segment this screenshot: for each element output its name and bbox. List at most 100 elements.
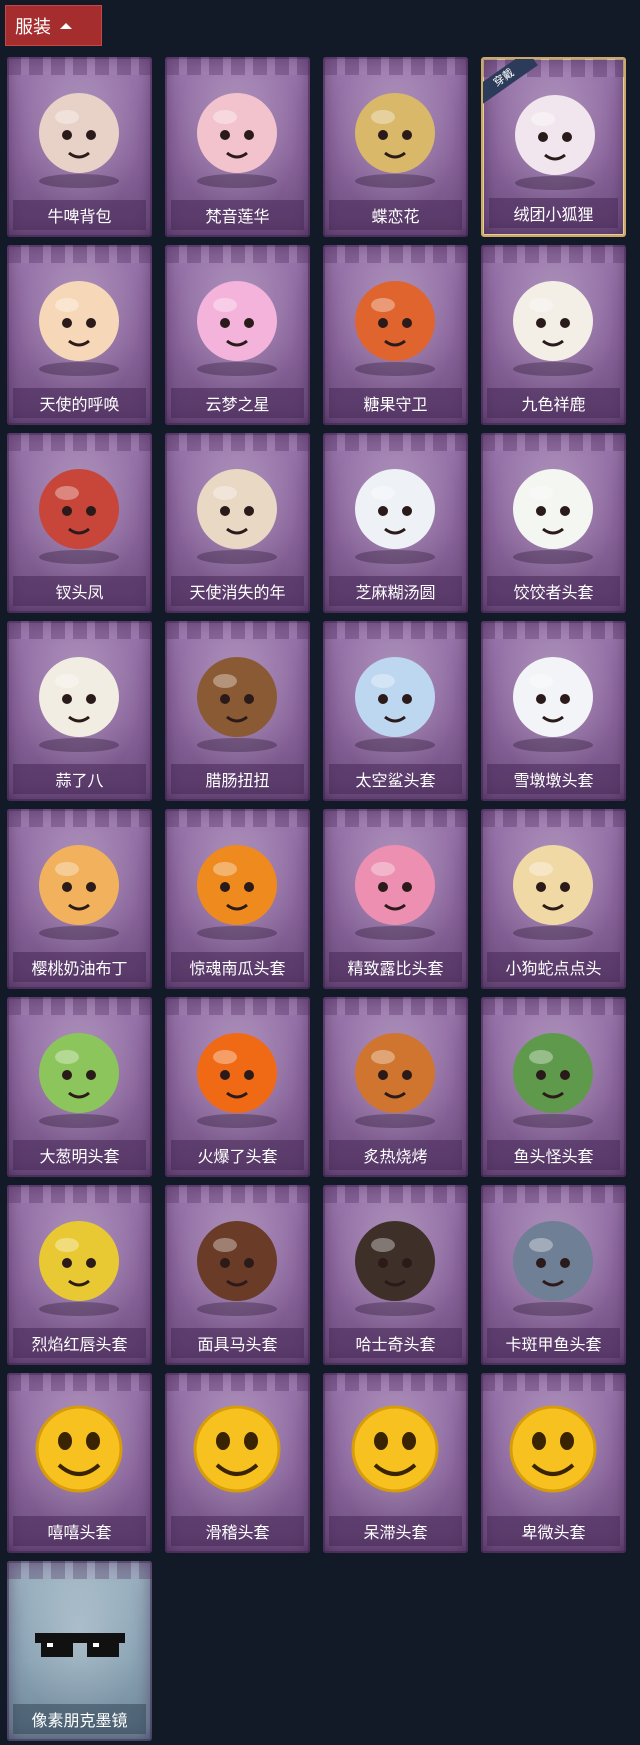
item-label-bar: 烈焰红唇头套: [13, 1328, 146, 1358]
item-name: 樱桃奶油布丁: [31, 959, 128, 978]
item-name: 烈焰红唇头套: [31, 1335, 128, 1354]
costume-item-card[interactable]: 精致露比头套: [323, 809, 468, 989]
item-label-bar: 雪墩墩头套: [487, 764, 620, 794]
item-name: 糖果守卫: [363, 395, 428, 414]
costume-item-card[interactable]: 钗头凤: [7, 433, 152, 613]
item-label-bar: 滑稽头套: [171, 1516, 304, 1546]
pixel-sunglasses-icon: [35, 1633, 125, 1657]
item-label-bar: 绒团小狐狸: [489, 198, 618, 228]
shark-head-icon: [355, 657, 435, 752]
deer-ornament-icon: [513, 281, 593, 376]
item-label-bar: 嘻嘻头套: [13, 1516, 146, 1546]
item-label-bar: 卑微头套: [487, 1516, 620, 1546]
costume-item-card[interactable]: 芝麻糊汤圆: [323, 433, 468, 613]
fluffy-fox-icon: [515, 95, 595, 190]
costume-grid: 牛啤背包 梵音莲华 蝶恋花 穿戴 绒团小狐狸 天使的呼唤 云梦之星 糖果守卫 九…: [0, 0, 640, 1745]
costume-item-card[interactable]: 梵音莲华: [165, 57, 310, 237]
turtle-head-icon: [513, 1221, 593, 1316]
costume-item-card[interactable]: 鱼头怪头套: [481, 997, 626, 1177]
costume-item-card[interactable]: 滑稽头套: [165, 1373, 310, 1553]
costume-item-card[interactable]: 蝶恋花: [323, 57, 468, 237]
cow-beer-backpack-icon: [39, 93, 119, 188]
item-name: 鱼头怪头套: [513, 1147, 594, 1166]
pumpkin-head-icon: [197, 845, 277, 940]
item-name: 蒜了八: [55, 771, 104, 790]
shepherd-dog-head-icon: [355, 1221, 435, 1316]
costume-item-card[interactable]: 糖果守卫: [323, 245, 468, 425]
item-label-bar: 火爆了头套: [171, 1140, 304, 1170]
costume-item-card[interactable]: 云梦之星: [165, 245, 310, 425]
item-name: 绒团小狐狸: [513, 205, 594, 224]
costume-item-card[interactable]: 太空鲨头套: [323, 621, 468, 801]
item-label-bar: 云梦之星: [171, 388, 304, 418]
fish-head-icon: [513, 1033, 593, 1128]
item-name: 嘻嘻头套: [47, 1523, 112, 1542]
costume-item-card[interactable]: 炙热烧烤: [323, 997, 468, 1177]
snowman-head-icon: [513, 657, 593, 752]
item-label-bar: 芝麻糊汤圆: [329, 576, 462, 606]
item-label-bar: 太空鲨头套: [329, 764, 462, 794]
costume-item-card[interactable]: 九色祥鹿: [481, 245, 626, 425]
fire-head-icon: [197, 1033, 277, 1128]
item-name: 天使的呼唤: [39, 395, 120, 414]
item-name: 太空鲨头套: [355, 771, 436, 790]
item-label-bar: 糖果守卫: [329, 388, 462, 418]
item-label-bar: 九色祥鹿: [487, 388, 620, 418]
item-name: 滑稽头套: [205, 1523, 270, 1542]
item-name: 火爆了头套: [197, 1147, 278, 1166]
costume-item-card[interactable]: 哈士奇头套: [323, 1185, 468, 1365]
costume-item-card[interactable]: 腊肠扭扭: [165, 621, 310, 801]
item-label-bar: 哈士奇头套: [329, 1328, 462, 1358]
item-name: 芝麻糊汤圆: [355, 583, 436, 602]
item-label-bar: 呆滞头套: [329, 1516, 462, 1546]
phoenix-crown-doll-icon: [39, 469, 119, 564]
item-name: 卡斑甲鱼头套: [505, 1335, 602, 1354]
item-name: 蝶恋花: [371, 207, 420, 226]
item-name: 云梦之星: [205, 395, 270, 414]
costume-item-card[interactable]: 卑微头套: [481, 1373, 626, 1553]
costume-item-card[interactable]: 卡斑甲鱼头套: [481, 1185, 626, 1365]
lotus-fairy-icon: [197, 93, 277, 188]
angel-halo-doll-icon: [197, 469, 277, 564]
costume-item-card[interactable]: 天使的呼唤: [7, 245, 152, 425]
costume-item-card[interactable]: 小狗蛇点点头: [481, 809, 626, 989]
pumpkin-scarecrow-icon: [355, 281, 435, 376]
yellow-mascot-head-icon: [39, 1221, 119, 1316]
costume-item-card[interactable]: 火爆了头套: [165, 997, 310, 1177]
item-name: 精致露比头套: [347, 959, 444, 978]
horse-mask-icon: [197, 1221, 277, 1316]
costume-item-card[interactable]: 惊魂南瓜头套: [165, 809, 310, 989]
costume-item-card[interactable]: 烈焰红唇头套: [7, 1185, 152, 1365]
item-label-bar: 腊肠扭扭: [171, 764, 304, 794]
item-label-bar: 钗头凤: [13, 576, 146, 606]
costume-item-card[interactable]: 像素朋克墨镜: [7, 1561, 152, 1741]
costume-item-card[interactable]: 牛啤背包: [7, 57, 152, 237]
costume-item-card[interactable]: 天使消失的年: [165, 433, 310, 613]
pink-beaver-head-icon: [355, 845, 435, 940]
costume-item-card[interactable]: 面具马头套: [165, 1185, 310, 1365]
item-label-bar: 炙热烧烤: [329, 1140, 462, 1170]
item-label-bar: 蒜了八: [13, 764, 146, 794]
item-label-bar: 卡斑甲鱼头套: [487, 1328, 620, 1358]
funny-emoji-head-icon: [193, 1405, 281, 1493]
item-name: 小狗蛇点点头: [505, 959, 602, 978]
costume-item-card[interactable]: 饺饺者头套: [481, 433, 626, 613]
costume-item-card[interactable]: 嘻嘻头套: [7, 1373, 152, 1553]
item-name: 呆滞头套: [363, 1523, 428, 1542]
costume-item-card[interactable]: 穿戴 绒团小狐狸: [481, 57, 626, 237]
angel-doll-icon: [39, 281, 119, 376]
costume-item-card[interactable]: 雪墩墩头套: [481, 621, 626, 801]
item-label-bar: 像素朋克墨镜: [13, 1704, 146, 1734]
item-name: 天使消失的年: [189, 583, 286, 602]
costume-item-card[interactable]: 大葱明头套: [7, 997, 152, 1177]
costume-item-card[interactable]: 蒜了八: [7, 621, 152, 801]
item-label-bar: 梵音莲华: [171, 200, 304, 230]
pudding-head-icon: [39, 845, 119, 940]
scallion-head-icon: [39, 1033, 119, 1128]
dumpling-head-icon: [513, 469, 593, 564]
costume-item-card[interactable]: 呆滞头套: [323, 1373, 468, 1553]
item-label-bar: 天使消失的年: [171, 576, 304, 606]
dachshund-head-icon: [197, 657, 277, 752]
costume-item-card[interactable]: 樱桃奶油布丁: [7, 809, 152, 989]
item-label-bar: 小狗蛇点点头: [487, 952, 620, 982]
